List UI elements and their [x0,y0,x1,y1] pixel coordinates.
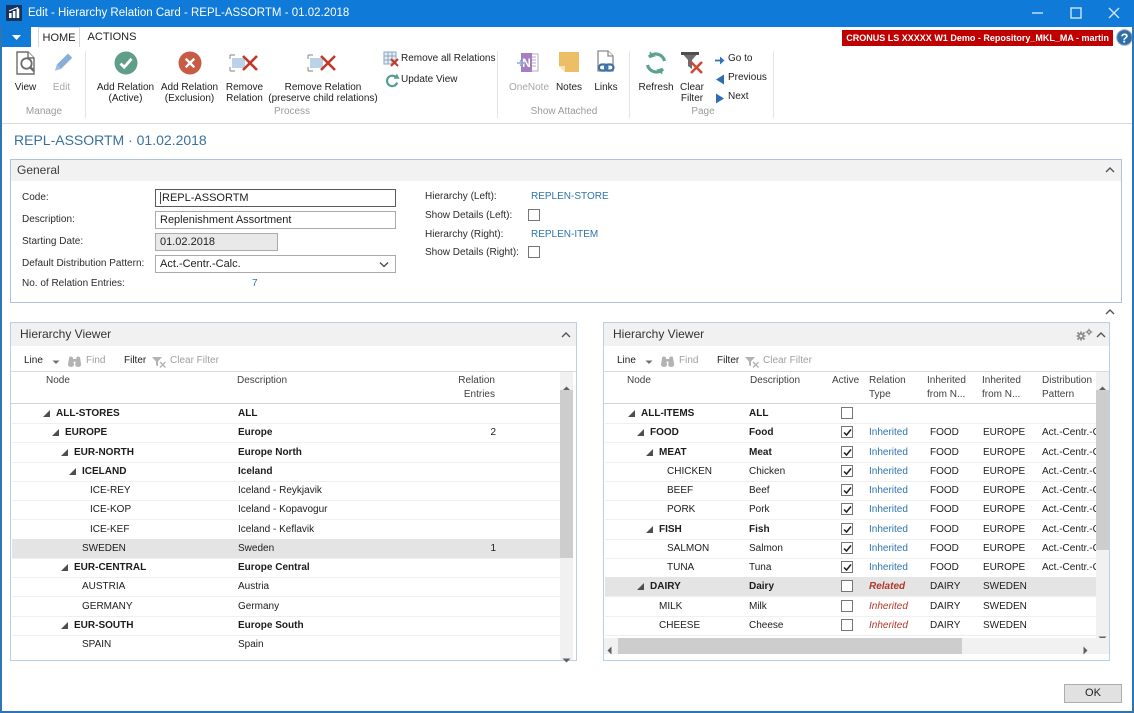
svg-text:?: ? [1121,31,1129,46]
